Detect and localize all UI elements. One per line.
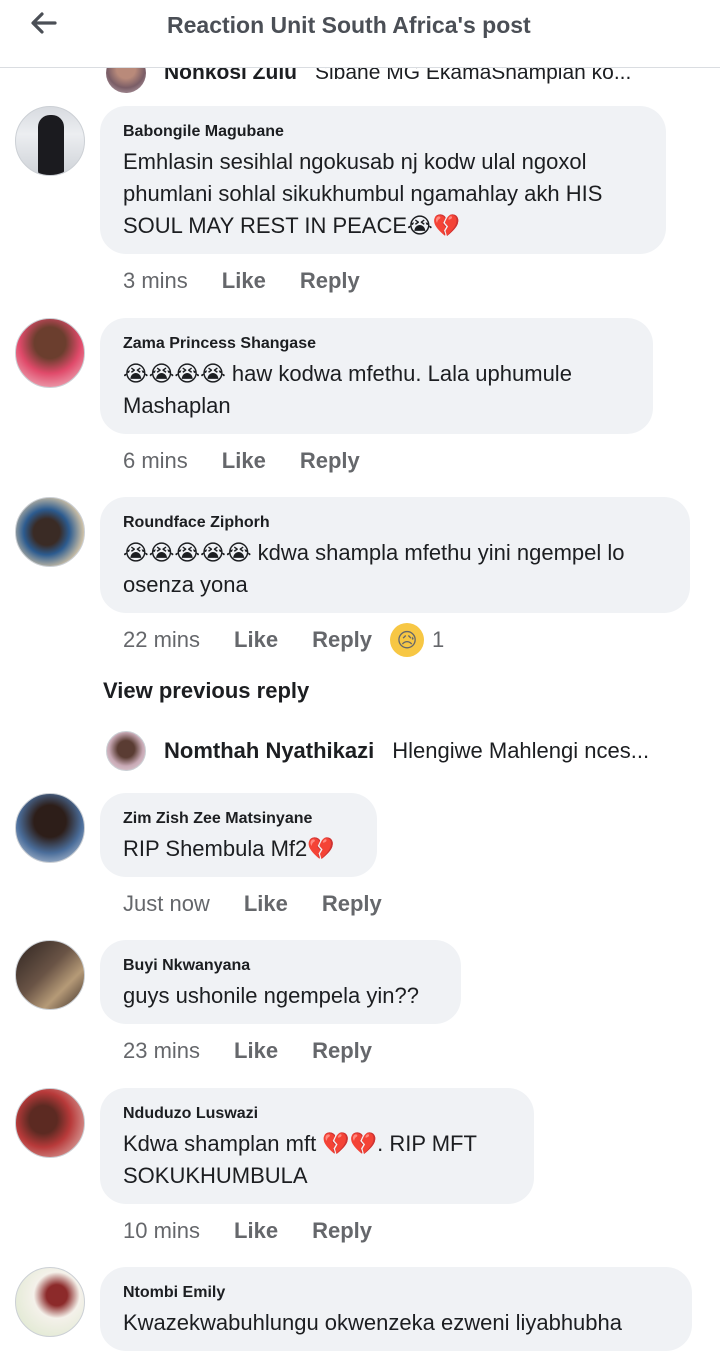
sad-reaction-icon: 😥 xyxy=(390,623,424,657)
comment-actions: 6 mins Like Reply xyxy=(123,446,360,476)
like-button[interactable]: Like xyxy=(222,448,266,474)
comment-text: guys ushonile ngempela yin?? xyxy=(123,983,419,1008)
comment-text: 😭😭😭😭 haw kodwa mfethu. Lala uphumule Mas… xyxy=(123,361,572,418)
arrow-left-icon xyxy=(31,12,57,34)
avatar[interactable] xyxy=(15,497,85,567)
comment-text: Kwazekwabuhlungu okwenzeka ezweni liyabh… xyxy=(123,1310,622,1335)
reply-button[interactable]: Reply xyxy=(312,627,372,653)
comment-time: 3 mins xyxy=(123,268,188,293)
avatar[interactable] xyxy=(15,1088,85,1158)
comment-text: Emhlasin sesihlal ngokusab nj kodw ulal … xyxy=(123,149,603,238)
comment-bubble[interactable]: Nduduzo Luswazi Kdwa shamplan mft 💔💔. RI… xyxy=(100,1088,534,1204)
reply-author[interactable]: Nomthah Nyathikazi xyxy=(164,738,374,764)
comment-time: 23 mins xyxy=(123,1038,201,1063)
reply-button[interactable]: Reply xyxy=(300,448,360,474)
comment-actions: 10 mins Like Reply xyxy=(123,1216,372,1246)
comment-bubble[interactable]: Zim Zish Zee Matsinyane RIP Shembula Mf2… xyxy=(100,793,377,877)
reply-button[interactable]: Reply xyxy=(312,1218,372,1244)
comment-bubble[interactable]: Ntombi Emily Kwazekwabuhlungu okwenzeka … xyxy=(100,1267,692,1351)
avatar[interactable] xyxy=(15,940,85,1010)
comment-text: 😭😭😭😭😭 kdwa shampla mfethu yini ngempel l… xyxy=(123,540,625,597)
back-button[interactable] xyxy=(24,8,64,38)
avatar[interactable] xyxy=(106,731,146,771)
comment-time: Just now xyxy=(123,891,210,916)
comment-actions: Just now Like Reply xyxy=(123,889,382,919)
comment-time: 22 mins xyxy=(123,627,201,652)
comment-text: RIP Shembula Mf2💔 xyxy=(123,836,335,861)
reply-button[interactable]: Reply xyxy=(312,1038,372,1064)
reaction-count: 1 xyxy=(432,627,445,652)
reaction-summary[interactable]: 😥 1 xyxy=(390,623,444,657)
comment-bubble[interactable]: Babongile Magubane Emhlasin sesihlal ngo… xyxy=(100,106,666,254)
view-previous-replies-link[interactable]: View previous reply xyxy=(103,678,309,704)
comment-time: 6 mins xyxy=(123,448,188,473)
comment-time: 10 mins xyxy=(123,1218,201,1243)
comment-text: Kdwa shamplan mft 💔💔. RIP MFT SOKUKHUMBU… xyxy=(123,1131,477,1188)
avatar[interactable] xyxy=(15,106,85,176)
page-title: Reaction Unit South Africa's post xyxy=(167,12,531,38)
comment-bubble[interactable]: Zama Princess Shangase 😭😭😭😭 haw kodwa mf… xyxy=(100,318,653,434)
reply-button[interactable]: Reply xyxy=(300,268,360,294)
comment-actions: 3 mins Like Reply xyxy=(123,266,360,296)
reply-button[interactable]: Reply xyxy=(322,891,382,917)
like-button[interactable]: Like xyxy=(244,891,288,917)
like-button[interactable]: Like xyxy=(222,268,266,294)
comment-author[interactable]: Zim Zish Zee Matsinyane xyxy=(123,809,353,829)
comment-author[interactable]: Roundface Ziphorh xyxy=(123,513,666,533)
avatar[interactable] xyxy=(15,318,85,388)
top-bar: Reaction Unit South Africa's post xyxy=(0,0,720,68)
like-button[interactable]: Like xyxy=(234,1038,278,1064)
comment-author[interactable]: Babongile Magubane xyxy=(123,122,642,142)
avatar[interactable] xyxy=(15,1267,85,1337)
comment-actions: 23 mins Like Reply xyxy=(123,1036,372,1066)
reply-text: Hlengiwe Mahlengi nces... xyxy=(392,738,650,763)
comment-author[interactable]: Nduduzo Luswazi xyxy=(123,1104,510,1124)
comment-actions: 22 mins Like Reply 😥 1 xyxy=(123,623,444,657)
comment-author[interactable]: Ntombi Emily xyxy=(123,1283,668,1303)
reply-preview[interactable]: Nomthah Nyathikazi Hlengiwe Mahlengi nce… xyxy=(106,730,649,772)
comment-bubble[interactable]: Roundface Ziphorh 😭😭😭😭😭 kdwa shampla mfe… xyxy=(100,497,690,613)
comment-author[interactable]: Buyi Nkwanyana xyxy=(123,956,437,976)
avatar[interactable] xyxy=(15,793,85,863)
like-button[interactable]: Like xyxy=(234,1218,278,1244)
comment-feed: Nonkosi Zulu Sibane MG EkamaShamplan ko.… xyxy=(0,0,720,1357)
comment-bubble[interactable]: Buyi Nkwanyana guys ushonile ngempela yi… xyxy=(100,940,461,1024)
like-button[interactable]: Like xyxy=(234,627,278,653)
comment-author[interactable]: Zama Princess Shangase xyxy=(123,334,629,354)
